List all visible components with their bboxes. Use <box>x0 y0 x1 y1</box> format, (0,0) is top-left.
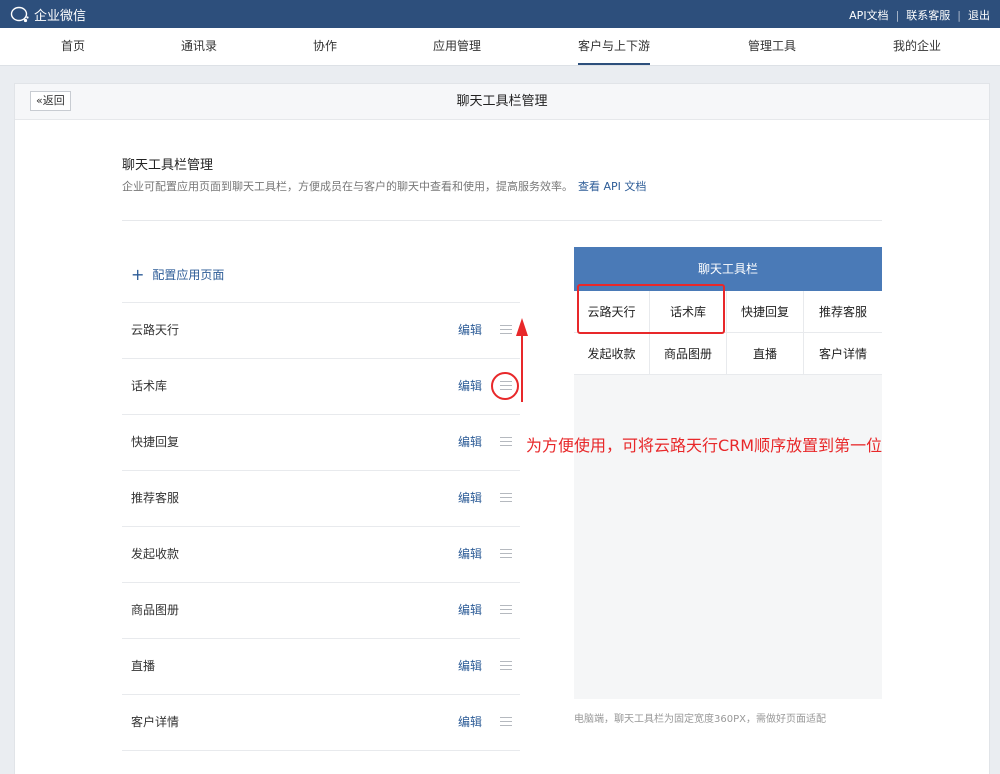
preview-item: 发起收款 <box>574 333 650 375</box>
top-links: API文档 | 联系客服 | 退出 <box>849 7 990 23</box>
top-bar: 企业微信 API文档 | 联系客服 | 退出 <box>0 0 1000 28</box>
top-link-separator: | <box>895 8 900 22</box>
list-item: 快捷回复 编辑 <box>122 415 520 471</box>
nav-collaboration[interactable]: 协作 <box>313 28 337 65</box>
nav-customers[interactable]: 客户与上下游 <box>577 28 651 65</box>
drag-handle-icon[interactable] <box>500 493 512 503</box>
section-description: 企业可配置应用页面到聊天工具栏，方便成员在与客户的聊天中查看和使用，提高服务效率… <box>122 178 646 194</box>
back-chevron-icon: « <box>36 94 43 107</box>
wecom-logo-icon <box>10 6 29 22</box>
panel-title: 聊天工具栏管理 <box>456 94 548 109</box>
nav-app-management[interactable]: 应用管理 <box>433 28 481 65</box>
description-text: 企业可配置应用页面到聊天工具栏，方便成员在与客户的聊天中查看和使用，提高服务效率… <box>122 180 573 193</box>
section-title: 聊天工具栏管理 <box>122 158 214 173</box>
logo[interactable]: 企业微信 <box>10 5 86 24</box>
list-item: 客户详情 编辑 <box>122 695 520 751</box>
preview-item: 直播 <box>727 333 804 375</box>
edit-link[interactable]: 编辑 <box>458 695 482 750</box>
toolbar-item-list: 云路天行 编辑 话术库 编辑 快捷回复 编辑 推荐客服 编辑 发起收款 编辑 商… <box>122 302 520 751</box>
drag-handle-icon[interactable] <box>500 661 512 671</box>
list-item: 云路天行 编辑 <box>122 303 520 359</box>
preview-item: 客户详情 <box>804 333 882 375</box>
list-item: 推荐客服 编辑 <box>122 471 520 527</box>
logout-link[interactable]: 退出 <box>968 7 990 23</box>
edit-link[interactable]: 编辑 <box>458 303 482 358</box>
main-panel: 聊天工具栏管理 «返回 聊天工具栏管理 企业可配置应用页面到聊天工具栏，方便成员… <box>14 83 990 774</box>
main-nav: 首页 通讯录 协作 应用管理 客户与上下游 管理工具 我的企业 <box>0 28 1000 66</box>
nav-my-enterprise[interactable]: 我的企业 <box>893 28 941 65</box>
edit-link[interactable]: 编辑 <box>458 471 482 526</box>
preview-item: 快捷回复 <box>727 291 804 333</box>
edit-link[interactable]: 编辑 <box>458 639 482 694</box>
nav-home[interactable]: 首页 <box>61 28 85 65</box>
annotation-text: 为方便使用，可将云路天行CRM顺序放置到第一位 <box>526 436 883 455</box>
app-title: 企业微信 <box>34 9 87 24</box>
list-item-name: 快捷回复 <box>131 435 180 449</box>
list-item-name: 云路天行 <box>131 323 180 337</box>
add-app-page-label: 配置应用页面 <box>152 268 225 282</box>
annotation-arrow-icon <box>516 318 528 402</box>
drag-handle-icon[interactable] <box>500 549 512 559</box>
list-item-name: 客户详情 <box>131 715 180 729</box>
plus-icon: + <box>131 264 145 284</box>
contact-support-link[interactable]: 联系客服 <box>906 7 950 23</box>
preview-item: 推荐客服 <box>804 291 882 333</box>
list-item: 发起收款 编辑 <box>122 527 520 583</box>
nav-contacts[interactable]: 通讯录 <box>181 28 217 65</box>
edit-link[interactable]: 编辑 <box>458 583 482 638</box>
nav-management-tools[interactable]: 管理工具 <box>748 28 796 65</box>
top-link-separator: | <box>957 8 961 22</box>
drag-handle-icon[interactable] <box>500 437 512 447</box>
edit-link[interactable]: 编辑 <box>458 415 482 470</box>
preview-item: 商品图册 <box>650 333 727 375</box>
list-item-name: 推荐客服 <box>131 491 180 505</box>
back-button[interactable]: «返回 <box>30 91 71 111</box>
api-docs-link[interactable]: API文档 <box>849 7 888 23</box>
list-item-name: 商品图册 <box>131 603 180 617</box>
edit-link[interactable]: 编辑 <box>458 527 482 582</box>
drag-handle-icon[interactable] <box>500 717 512 727</box>
list-item: 直播 编辑 <box>122 639 520 695</box>
divider <box>122 220 882 221</box>
back-label: 返回 <box>42 94 65 107</box>
annotation-highlight-box <box>577 284 725 334</box>
edit-link[interactable]: 编辑 <box>458 359 482 414</box>
list-item-name: 发起收款 <box>131 547 180 561</box>
list-item-name: 直播 <box>131 659 156 673</box>
drag-handle-icon[interactable] <box>500 605 512 615</box>
drag-handle-icon[interactable] <box>500 325 512 335</box>
api-docs-inline-link[interactable]: 查看 API 文档 <box>578 180 646 193</box>
list-item-name: 话术库 <box>131 379 168 393</box>
list-item: 话术库 编辑 <box>122 359 520 415</box>
panel-header: 聊天工具栏管理 «返回 <box>15 84 989 120</box>
list-item: 商品图册 编辑 <box>122 583 520 639</box>
preview-note: 电脑端，聊天工具栏为固定宽度360PX，需做好页面适配 <box>574 714 826 725</box>
add-app-page-button[interactable]: + 配置应用页面 <box>131 266 224 283</box>
